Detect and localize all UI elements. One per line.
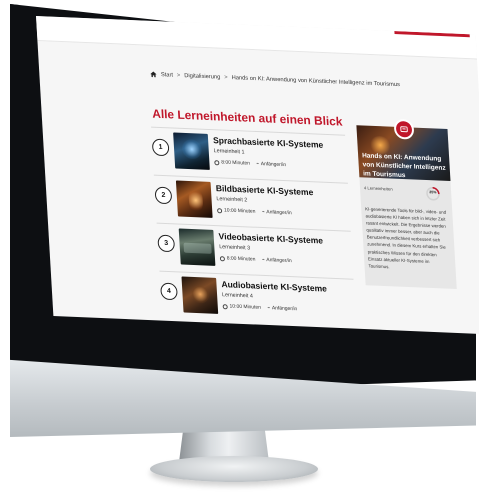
lesson-title[interactable]: Videobasierte KI-Systeme: [218, 231, 323, 245]
breadcrumb-item-course: Hands on KI: Anwendung von Künstlicher I…: [231, 74, 401, 88]
lesson-unit: Lerneinheit 2: [216, 196, 248, 204]
lesson-level: Anfänger/in: [266, 209, 292, 217]
breadcrumb-separator: >: [176, 72, 181, 79]
course-lesson-count: 4 Lerneinheiten: [363, 185, 393, 192]
lesson-meta: 8:00 Minuten ⌁ Anfänger/in: [214, 159, 286, 168]
course-card-title[interactable]: Hands on KI: Anwendung von Künstlicher I…: [362, 151, 449, 182]
lesson-meta: 10:00 Minuten ⌁ Anfänger/in: [222, 303, 298, 313]
clock-icon: [219, 255, 226, 261]
lesson-level: Anfänger/in: [260, 161, 287, 169]
lesson-thumbnail[interactable]: [178, 228, 216, 266]
site-header: [36, 16, 478, 60]
level-icon: ⌁: [266, 305, 271, 312]
home-icon[interactable]: [150, 71, 157, 78]
lesson-meta: 10:00 Minuten ⌁ Anfänger/in: [216, 207, 292, 217]
level-icon: ⌁: [261, 256, 265, 264]
lesson-duration: 10:00 Minuten: [223, 207, 256, 215]
course-progress-label: 25%: [429, 190, 437, 195]
lesson-level: Anfänger/in: [271, 305, 298, 313]
lesson-level: Anfänger/in: [266, 257, 292, 265]
clock-icon: [222, 303, 228, 309]
lesson-number: 2: [154, 186, 173, 205]
lesson-list: 1 Sprachbasierte KI-Systeme Lerneinheit …: [151, 126, 357, 328]
level-icon: ⌁: [261, 209, 265, 216]
lesson-duration: 10:00 Minuten: [229, 303, 262, 311]
lesson-unit: Lerneinheit 4: [221, 292, 254, 300]
breadcrumb-item-digitalisierung[interactable]: Digitalisierung: [184, 73, 220, 81]
lesson-item[interactable]: 4 Audiobasierte KI-Systeme Lerneinheit 4…: [159, 270, 357, 328]
lesson-duration: 8:00 Minuten: [226, 255, 256, 263]
level-icon: ⌁: [255, 160, 260, 168]
lesson-unit: Lerneinheit 1: [213, 148, 245, 156]
imac-monitor: Start > Digitalisierung > Hands on KI: A…: [0, 0, 479, 440]
breadcrumb-separator: >: [224, 74, 228, 81]
lesson-unit: Lerneinheit 3: [219, 244, 251, 252]
monitor-stand-foot: [150, 456, 318, 482]
lesson-number: 3: [157, 234, 176, 253]
course-progress-ring: 25%: [425, 186, 441, 202]
lesson-number: 1: [151, 138, 170, 157]
lesson-title[interactable]: Sprachbasierte KI-Systeme: [213, 135, 324, 150]
lesson-thumbnail[interactable]: [175, 180, 213, 218]
web-page: Start > Digitalisierung > Hands on KI: A…: [36, 16, 479, 334]
lesson-duration: 8:00 Minuten: [221, 159, 251, 167]
page-title: Alle Lerneinheiten auf einen Blick: [151, 106, 343, 129]
lesson-thumbnail[interactable]: [181, 276, 219, 314]
course-description: KI-generierende Tools für bild-, video- …: [365, 206, 447, 270]
breadcrumb-item-start[interactable]: Start: [161, 72, 173, 79]
lesson-thumbnail[interactable]: [173, 132, 210, 170]
lesson-title[interactable]: Bildbasierte KI-Systeme: [216, 183, 314, 197]
screen: Start > Digitalisierung > Hands on KI: A…: [36, 16, 479, 335]
breadcrumb: Start > Digitalisierung > Hands on KI: A…: [150, 71, 400, 88]
lesson-title[interactable]: Audiobasierte KI-Systeme: [221, 279, 327, 293]
course-card[interactable]: Hands on KI: Anwendung von Künstlicher I…: [356, 118, 457, 290]
clock-icon: [214, 159, 220, 165]
lesson-number: 4: [160, 282, 178, 301]
lesson-meta: 8:00 Minuten ⌁ Anfänger/in: [219, 255, 292, 265]
clock-icon: [216, 207, 223, 213]
